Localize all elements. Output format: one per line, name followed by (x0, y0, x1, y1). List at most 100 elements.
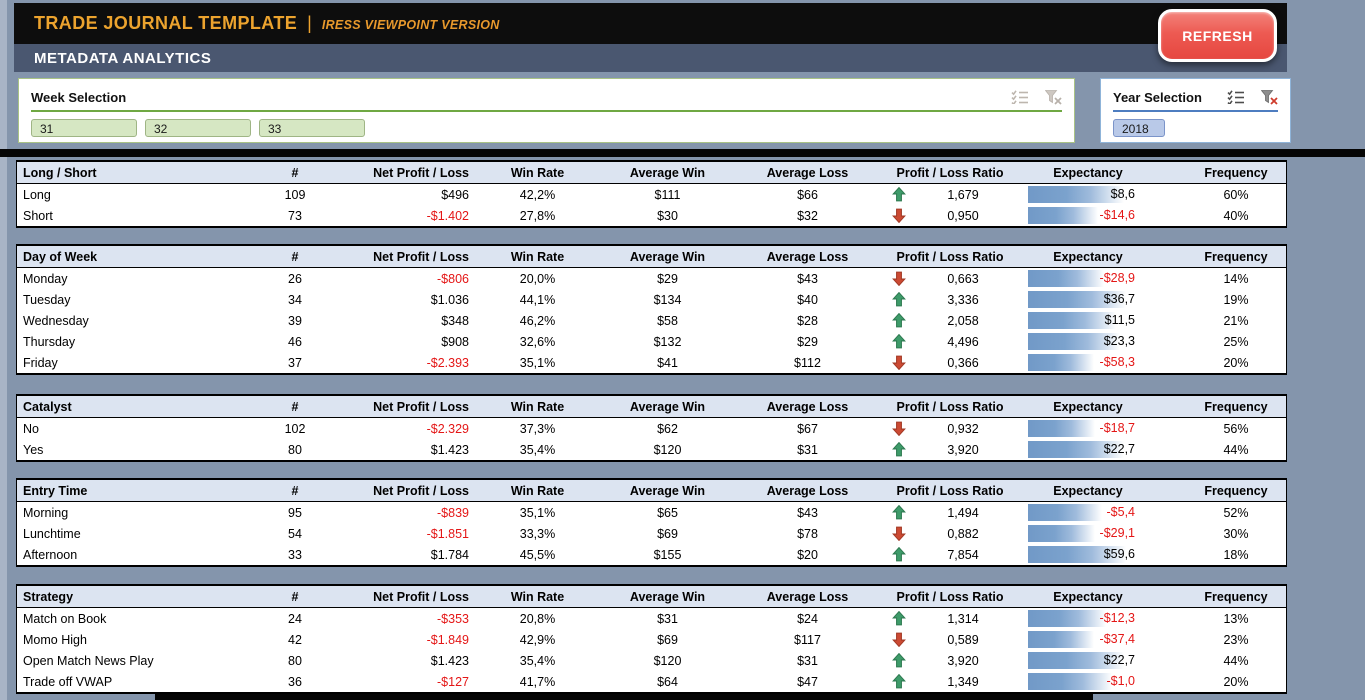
col-header-win-rate: Win Rate (510, 249, 565, 264)
expectancy-data-bar (1028, 186, 1124, 203)
table-row: Momo High 42 -$1.849 42,9% $69 $117 0,589 -$37,… (17, 629, 1286, 650)
profit-loss-ratio: 0,589 (947, 632, 979, 647)
trend-down-icon (892, 208, 906, 223)
row-label: Short (23, 208, 53, 223)
expectancy-data-bar (1028, 631, 1094, 648)
average-win: $69 (657, 526, 678, 541)
col-header-net: Net Profit / Loss (373, 399, 469, 414)
table-row: No 102 -$2.329 37,3% $62 $67 0,932 -$18,7 56% (17, 418, 1286, 439)
expectancy-value: -$18,7 (1099, 421, 1135, 435)
col-header-net: Net Profit / Loss (373, 483, 469, 498)
net-profit-loss: -$839 (437, 505, 469, 520)
row-label: Thursday (23, 334, 76, 349)
week-slicer-item-33[interactable]: 33 (259, 119, 365, 137)
win-rate: 44,1% (519, 292, 556, 307)
frequency: 14% (1223, 271, 1249, 286)
expectancy-cell: -$37,4 (1008, 629, 1168, 650)
trend-arrow-cell (880, 611, 918, 626)
analytics-table: Strategy # Net Profit / Loss Win Rate Averag… (16, 584, 1287, 694)
expectancy-data-bar (1028, 673, 1112, 690)
frequency: 18% (1223, 547, 1249, 562)
frequency: 30% (1223, 526, 1249, 541)
trend-arrow-cell (880, 292, 918, 307)
week-slicer-item-31[interactable]: 31 (31, 119, 137, 137)
row-label: Tuesday (23, 292, 71, 307)
trend-up-icon (892, 442, 906, 457)
table-row: Thursday 46 $908 32,6% $132 $29 4,496 $23,3 25% (17, 331, 1286, 352)
profit-loss-ratio: 4,496 (947, 334, 979, 349)
col-header-net: Net Profit / Loss (373, 165, 469, 180)
profit-loss-ratio: 0,663 (947, 271, 979, 286)
expectancy-data-bar (1028, 525, 1095, 542)
expectancy-data-bar (1028, 610, 1106, 627)
table-row: Long 109 $496 42,2% $111 $66 1,679 $8,6 60% (17, 184, 1286, 205)
profit-loss-ratio: 3,336 (947, 292, 979, 307)
year-slicer-item-2018[interactable]: 2018 (1113, 119, 1165, 137)
expectancy-cell: $23,3 (1008, 331, 1168, 352)
win-rate: 41,7% (519, 674, 556, 689)
week-slicer: Week Selection 31 32 33 (18, 78, 1075, 143)
clear-filter-icon[interactable] (1261, 89, 1278, 105)
win-rate: 35,4% (519, 653, 556, 668)
year-slicer-title: Year Selection (1113, 89, 1202, 105)
week-slicer-title: Week Selection (31, 89, 127, 105)
profit-loss-ratio: 1,494 (947, 505, 979, 520)
col-header-expectancy: Expectancy (1053, 483, 1123, 498)
week-slicer-item-32[interactable]: 32 (145, 119, 251, 137)
trend-up-icon (892, 611, 906, 626)
trade-count: 109 (284, 187, 306, 202)
trade-count: 80 (288, 442, 302, 457)
profit-loss-ratio: 1,314 (947, 611, 979, 626)
expectancy-data-bar (1028, 504, 1102, 521)
trend-arrow-cell (880, 271, 918, 286)
col-header-avg-loss: Average Loss (766, 165, 849, 180)
average-win: $132 (653, 334, 682, 349)
expectancy-cell: $8,6 (1008, 184, 1168, 205)
col-header-count: # (291, 483, 299, 498)
expectancy-value: -$28,9 (1099, 271, 1135, 285)
expectancy-cell: -$5,4 (1008, 502, 1168, 523)
average-loss: $32 (797, 208, 818, 223)
row-label: Afternoon (23, 547, 78, 562)
win-rate: 35,4% (519, 442, 556, 457)
average-win: $31 (657, 611, 678, 626)
col-header-ratio: Profit / Loss Ratio (896, 165, 1004, 180)
trade-count: 80 (288, 653, 302, 668)
average-loss: $31 (797, 653, 818, 668)
row-label: Wednesday (23, 313, 89, 328)
average-loss: $117 (794, 632, 821, 647)
net-profit-loss: -$1.849 (426, 632, 469, 647)
frequency: 25% (1223, 334, 1249, 349)
average-loss: $24 (797, 611, 818, 626)
profit-loss-ratio: 7,854 (947, 547, 979, 562)
row-label: Match on Book (23, 611, 107, 626)
row-label: No (23, 421, 39, 436)
expectancy-cell: -$1,0 (1008, 671, 1168, 692)
row-label: Monday (23, 271, 68, 286)
row-label: Yes (23, 442, 44, 457)
trade-count: 46 (288, 334, 302, 349)
trend-up-icon (892, 674, 906, 689)
expectancy-cell: -$18,7 (1008, 418, 1168, 439)
table-header-row: Long / Short # Net Profit / Loss Win Rate Av… (17, 162, 1286, 184)
frequency: 40% (1223, 208, 1249, 223)
expectancy-cell: $11,5 (1008, 310, 1168, 331)
expectancy-cell: $22,7 (1008, 650, 1168, 671)
multi-select-icon[interactable] (1011, 90, 1029, 104)
expectancy-cell: $22,7 (1008, 439, 1168, 460)
trend-arrow-cell (880, 187, 918, 202)
trend-up-icon (892, 313, 906, 328)
col-header-win-rate: Win Rate (510, 483, 565, 498)
average-win: $120 (653, 442, 682, 457)
profit-loss-ratio: 3,920 (947, 442, 979, 457)
net-profit-loss: -$127 (437, 674, 469, 689)
table-row: Yes 80 $1.423 35,4% $120 $31 3,920 $22,7 44% (17, 439, 1286, 460)
trend-down-icon (892, 421, 906, 436)
win-rate: 45,5% (519, 547, 556, 562)
net-profit-loss: -$2.393 (426, 355, 469, 370)
col-header-avg-win: Average Win (629, 165, 706, 180)
multi-select-icon[interactable] (1227, 90, 1245, 104)
col-header-frequency: Frequency (1204, 399, 1268, 414)
clear-filter-icon[interactable] (1045, 89, 1062, 105)
refresh-button[interactable]: REFRESH (1158, 9, 1277, 62)
